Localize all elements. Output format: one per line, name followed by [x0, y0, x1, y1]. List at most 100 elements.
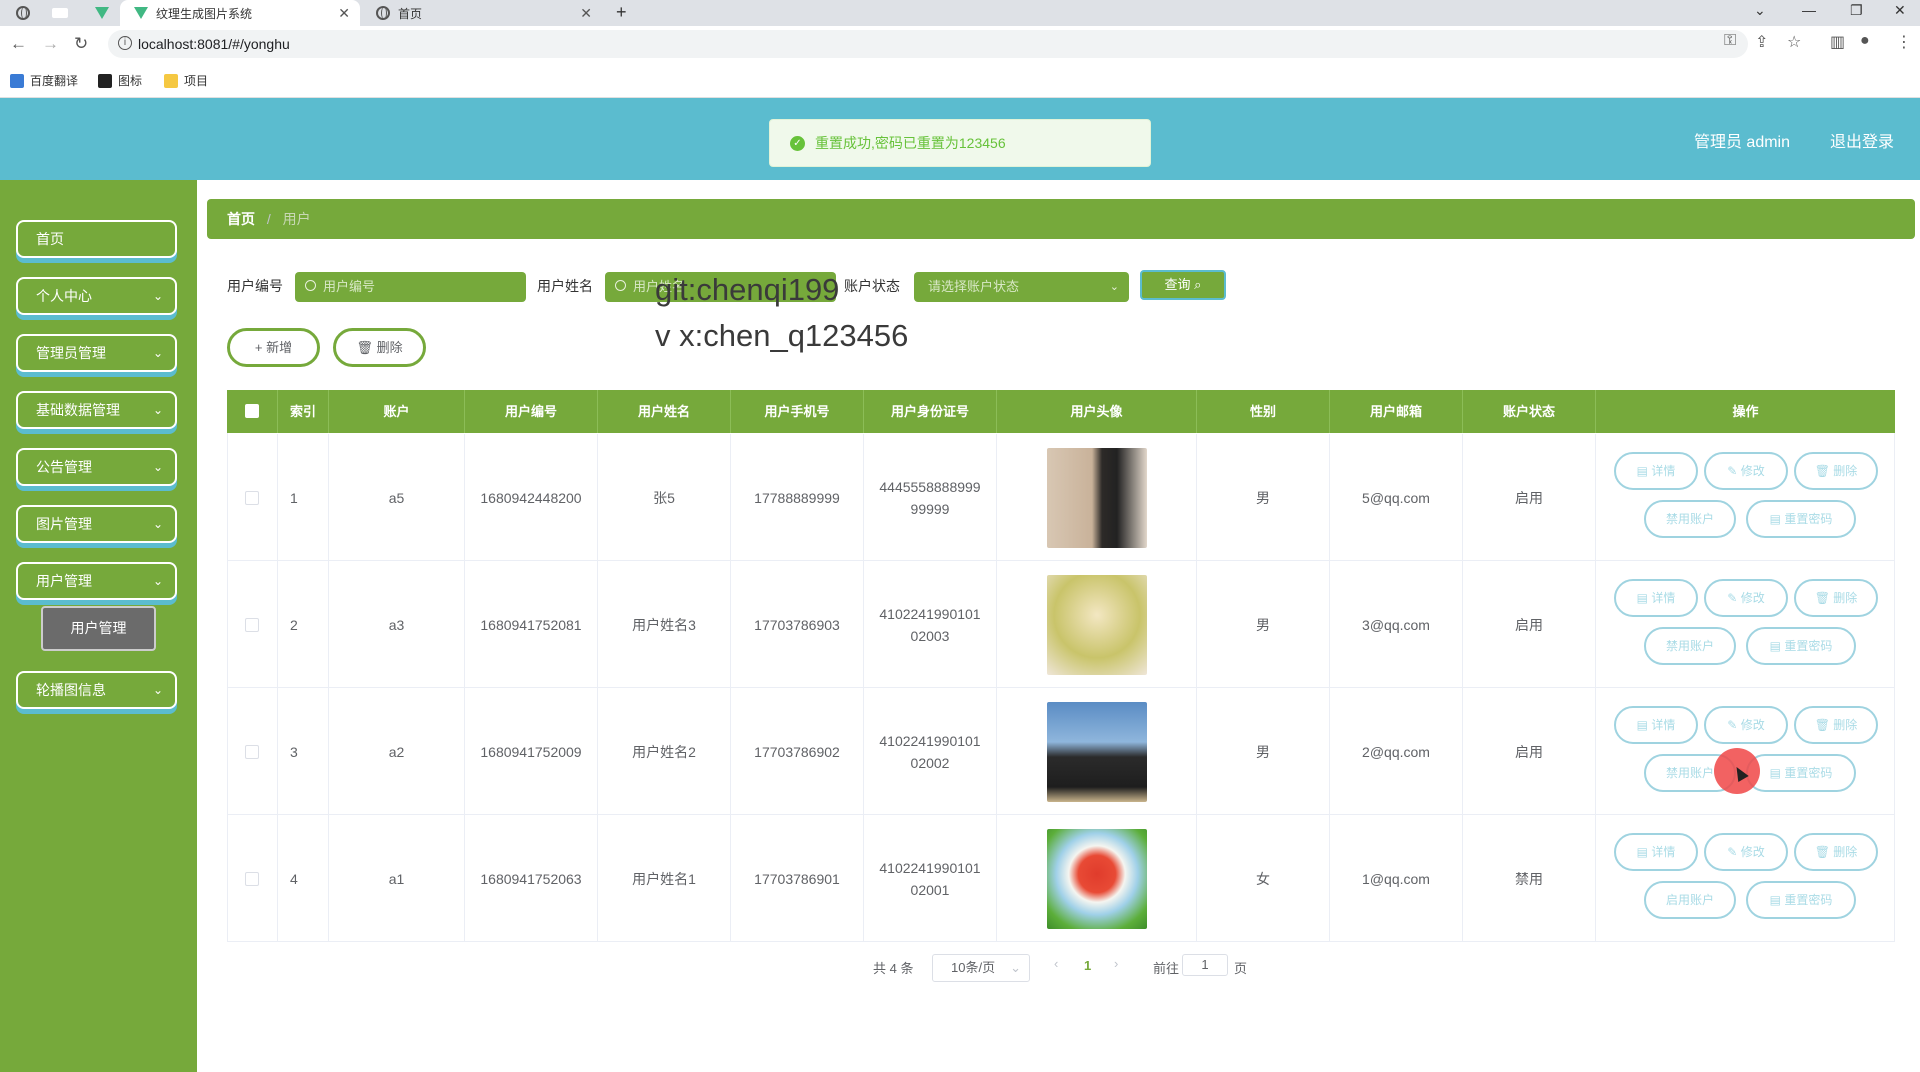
address-bar[interactable]: i localhost:8081/#/yonghu [108, 30, 1748, 58]
restore-icon[interactable]: ❐ [1850, 2, 1863, 19]
edit-button[interactable]: ✎ 修改 [1704, 706, 1788, 744]
sidebar-item-carousel[interactable]: 轮播图信息 ⌄ [16, 671, 177, 709]
reload-icon[interactable]: ↻ [74, 34, 88, 54]
breadcrumb-home[interactable]: 首页 [227, 211, 255, 227]
vue-logo-icon[interactable] [95, 7, 109, 19]
toggle-account-button[interactable]: 禁用账户 [1644, 627, 1736, 665]
new-tab-button[interactable]: + [616, 2, 627, 23]
edit-button[interactable]: ✎ 修改 [1704, 833, 1788, 871]
edit-button[interactable]: ✎ 修改 [1704, 579, 1788, 617]
prev-page-icon[interactable]: ‹ [1054, 956, 1058, 971]
forward-icon[interactable]: → [42, 34, 59, 54]
cell-actions: ▤ 详情 ✎ 修改 🗑 删除 启用账户 ▤ 重置密码 [1596, 815, 1895, 942]
avatar[interactable] [1046, 447, 1147, 548]
detail-button[interactable]: ▤ 详情 [1614, 452, 1698, 490]
cell-actions: ▤ 详情 ✎ 修改 🗑 删除 禁用账户 ▤ 重置密码 [1596, 561, 1895, 688]
tab-list-icon[interactable]: ⌄ [1754, 2, 1766, 19]
back-icon[interactable]: ← [10, 34, 27, 54]
folder-icon [164, 73, 178, 88]
bookmark-icons[interactable]: 图标 [98, 72, 142, 89]
reset-password-button[interactable]: ▤ 重置密码 [1746, 881, 1856, 919]
profile-icon[interactable]: ● [1860, 32, 1870, 50]
watermark-line-1: git:chenqi199 [655, 272, 840, 307]
avatar[interactable] [1046, 574, 1147, 675]
reset-password-button[interactable]: ▤ 重置密码 [1746, 500, 1856, 538]
chevron-down-icon: ⌄ [1109, 281, 1119, 293]
goto-page-input[interactable]: 1 [1182, 954, 1228, 976]
translate-icon [10, 73, 24, 88]
share-icon[interactable]: ⇪ [1755, 32, 1768, 52]
chevron-down-icon: ⌄ [152, 574, 163, 588]
menu-icon[interactable]: ⋮ [1896, 32, 1912, 52]
cell-avatar [997, 561, 1197, 688]
page-number[interactable]: 1 [1084, 958, 1091, 973]
sidebar-item-home[interactable]: 首页 [16, 220, 177, 258]
star-icon[interactable]: ☆ [1787, 32, 1801, 52]
cell-index: 3 [278, 688, 329, 815]
sidebar-item-notice[interactable]: 公告管理 ⌄ [16, 448, 177, 486]
cell-gender: 男 [1197, 688, 1330, 815]
cell-phone: 17703786901 [731, 815, 864, 942]
bookmark-project[interactable]: 项目 [164, 72, 208, 89]
cell-user-name: 用户姓名2 [598, 688, 731, 815]
info-icon[interactable]: i [118, 36, 132, 50]
delete-row-label: 删除 [1833, 845, 1858, 859]
detail-label: 详情 [1651, 464, 1676, 478]
cell-phone: 17788889999 [731, 434, 864, 561]
cell-gender: 男 [1197, 434, 1330, 561]
page-suffix-label: 页 [1234, 961, 1248, 976]
sidebar-item-admin[interactable]: 管理员管理 ⌄ [16, 334, 177, 372]
toggle-account-button[interactable]: 启用账户 [1644, 881, 1736, 919]
sidepanel-icon[interactable]: ▥ [1830, 32, 1845, 52]
window-close-icon[interactable]: ✕ [1894, 2, 1906, 19]
user-no-input[interactable]: 用户编号 [295, 272, 526, 302]
detail-button[interactable]: ▤ 详情 [1614, 706, 1698, 744]
logout-link[interactable]: 退出登录 [1830, 128, 1894, 152]
blank-tab-icon[interactable] [52, 8, 68, 18]
sidebar-item-base-data[interactable]: 基础数据管理 ⌄ [16, 391, 177, 429]
search-icon [305, 280, 316, 291]
avatar[interactable] [1046, 701, 1147, 802]
delete-row-button[interactable]: 🗑 删除 [1794, 452, 1878, 490]
toggle-account-button[interactable]: 禁用账户 [1644, 500, 1736, 538]
key-icon[interactable]: ⚿ [1724, 32, 1736, 50]
close-icon[interactable]: ✕ [580, 5, 592, 22]
sidebar-item-profile[interactable]: 个人中心 ⌄ [16, 277, 177, 315]
row-checkbox[interactable] [245, 617, 259, 632]
globe-icon[interactable] [16, 6, 30, 20]
sidebar-subitem-user-manage[interactable]: 用户管理 [41, 606, 156, 651]
delete-row-button[interactable]: 🗑 删除 [1794, 579, 1878, 617]
th-email: 用户邮箱 [1330, 390, 1463, 433]
query-button[interactable]: 查询 ⌕ [1140, 270, 1226, 300]
add-button[interactable]: + 新增 [227, 328, 320, 367]
row-checkbox[interactable] [245, 490, 259, 505]
tab-texture-system[interactable]: 纹理生成图片系统 ✕ [120, 0, 360, 26]
cell-user-name: 张5 [598, 434, 731, 561]
delete-row-button[interactable]: 🗑 删除 [1794, 706, 1878, 744]
th-gender: 性别 [1197, 390, 1330, 433]
minimize-icon[interactable]: — [1802, 2, 1816, 18]
detail-button[interactable]: ▤ 详情 [1614, 579, 1698, 617]
sidebar-item-users[interactable]: 用户管理 ⌄ [16, 562, 177, 600]
url-text[interactable]: localhost:8081/#/yonghu [138, 36, 290, 52]
row-checkbox[interactable] [245, 871, 259, 886]
sidebar-item-images[interactable]: 图片管理 ⌄ [16, 505, 177, 543]
next-page-icon[interactable]: › [1114, 956, 1118, 971]
select-all-checkbox[interactable] [245, 404, 259, 418]
page-size-select[interactable]: 10条/页 ⌄ [932, 954, 1030, 982]
breadcrumb-separator: / [266, 211, 271, 227]
detail-button[interactable]: ▤ 详情 [1614, 833, 1698, 871]
tab-home[interactable]: 首页 ✕ [362, 0, 602, 26]
avatar[interactable] [1046, 828, 1147, 929]
close-icon[interactable]: ✕ [338, 5, 350, 22]
status-select[interactable]: 请选择账户状态 ⌄ [914, 272, 1129, 302]
cell-avatar [997, 815, 1197, 942]
edit-button[interactable]: ✎ 修改 [1704, 452, 1788, 490]
row-checkbox[interactable] [245, 744, 259, 759]
delete-row-button[interactable]: 🗑 删除 [1794, 833, 1878, 871]
id-card-line-2: 02001 [910, 881, 950, 898]
reset-password-button[interactable]: ▤ 重置密码 [1746, 627, 1856, 665]
delete-button[interactable]: 🗑 删除 [333, 328, 426, 367]
bookmark-baidu-translate[interactable]: 百度翻译 [10, 72, 78, 89]
reset-password-button[interactable]: ▤ 重置密码 [1746, 754, 1856, 792]
